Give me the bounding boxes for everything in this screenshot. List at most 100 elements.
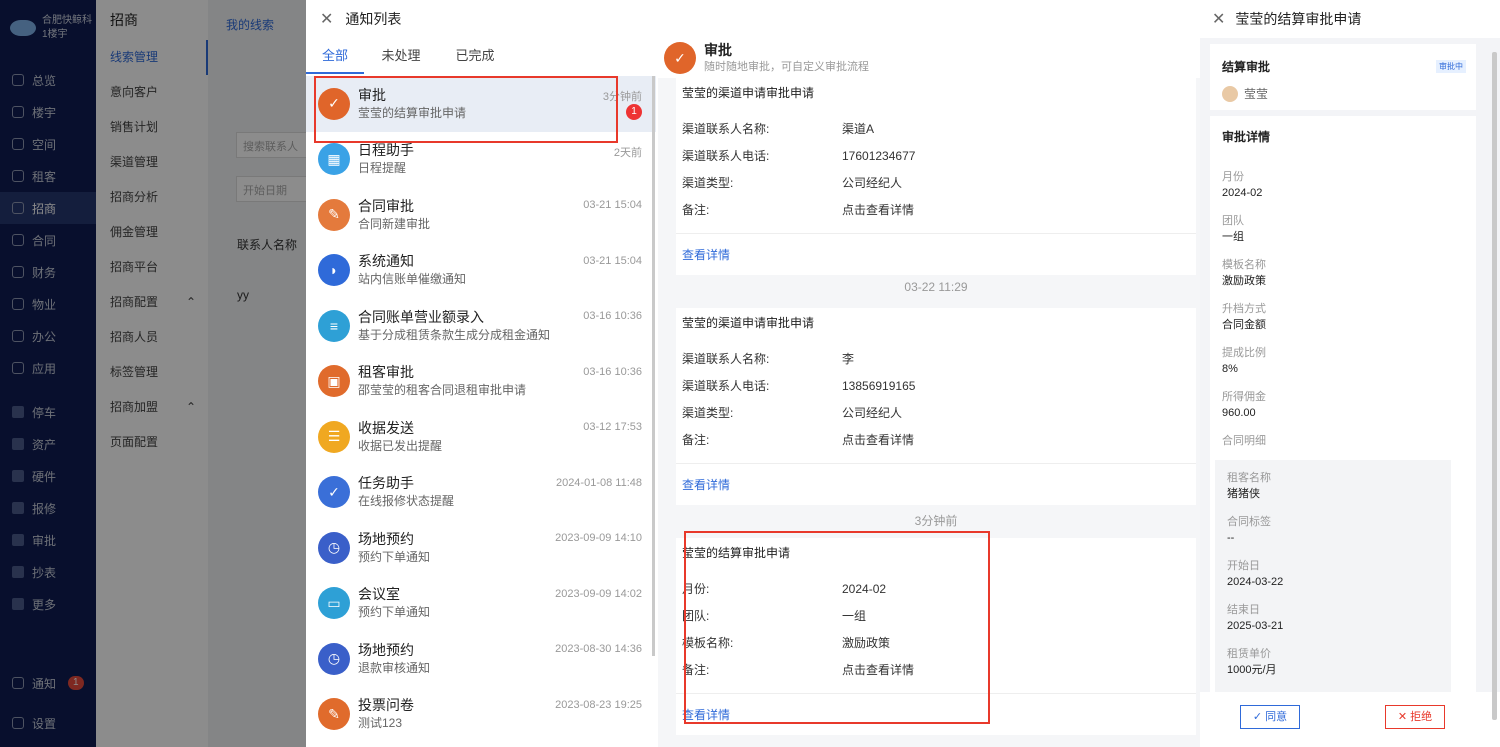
field-label: 团队: xyxy=(682,609,710,623)
close-icon[interactable]: ✕ xyxy=(320,9,333,29)
field-label: 所得佣金 xyxy=(1222,391,1266,403)
field-value: -- xyxy=(1227,532,1235,544)
notification-time: 2天前 xyxy=(613,146,642,159)
reject-button[interactable]: ✕ 拒绝 xyxy=(1385,705,1445,729)
field-label: 渠道类型: xyxy=(682,406,734,420)
notification-summary: 退款审核通知 xyxy=(358,660,431,675)
applicant-name: 莹莹 xyxy=(1244,87,1269,101)
notification-item[interactable]: ◷ 场地预约 退款审核通知 2023-08-30 14:36 xyxy=(306,631,656,687)
message-time: 3分钟前 xyxy=(914,514,958,528)
field-value: 17601234677 xyxy=(842,148,916,163)
field-value: 渠道A xyxy=(842,122,875,136)
scrollbar[interactable] xyxy=(1492,52,1497,720)
field-label: 提成比例 xyxy=(1222,347,1266,359)
tenant-icon: ▣ xyxy=(318,365,350,398)
notification-summary: 测试123 xyxy=(358,716,403,731)
notification-time: 2023-08-30 14:36 xyxy=(555,643,642,655)
field-label: 备注: xyxy=(682,433,710,447)
notification-item[interactable]: ▭ 会议室 预约下单通知 2023-09-09 14:02 xyxy=(306,576,656,632)
notification-item[interactable]: ☰ 收据发送 收据已发出提醒 03-12 17:53 xyxy=(306,409,656,465)
field-value: 公司经纪人 xyxy=(842,176,903,190)
notification-summary: 站内信账单催缴通知 xyxy=(358,272,467,287)
approval-icon: ✓ xyxy=(318,87,350,120)
view-details-link[interactable]: 查看详情 xyxy=(676,463,1196,505)
notification-time: 03-12 17:53 xyxy=(583,421,642,433)
view-details-link[interactable]: 查看详情 xyxy=(676,233,1196,275)
field-label: 合同标签 xyxy=(1227,516,1271,528)
tab-0[interactable]: 全部 xyxy=(306,38,364,74)
notification-item[interactable]: ▦ 日程助手 日程提醒 2天前 xyxy=(306,132,656,188)
unread-badge: 1 xyxy=(626,104,642,120)
notification-item[interactable]: ✎ 合同审批 合同新建审批 03-21 15:04 xyxy=(306,187,656,243)
field-value: 2025-03-21 xyxy=(1227,620,1284,632)
notification-time: 2023-08-23 19:25 xyxy=(555,698,642,711)
notification-item[interactable]: ◗ 系统通知 站内信账单催缴通知 03-21 15:04 xyxy=(306,243,656,299)
detail-title: 审批 xyxy=(704,42,732,58)
view-details-link[interactable]: 查看详情 xyxy=(676,693,1196,735)
panel-title: 通知列表 xyxy=(345,11,402,27)
tab-1[interactable]: 未处理 xyxy=(364,38,438,74)
notification-text: 日程助手 日程提醒 xyxy=(358,141,656,177)
field-value: 公司经纪人 xyxy=(842,406,903,420)
field-label: 备注: xyxy=(682,663,710,677)
field-label: 渠道联系人名称: xyxy=(682,352,770,366)
field-value: 点击查看详情 xyxy=(842,433,915,447)
notification-item[interactable]: ▣ 租客审批 邵莹莹的租客合同退租审批申请 03-16 10:36 xyxy=(306,354,656,410)
approval-summary: 结算审批 审批中 莹莹 xyxy=(1210,44,1476,110)
check-icon: ✓ xyxy=(318,476,350,509)
approval-drawer: ✕ 莹莹的结算审批申请 结算审批 审批中 莹莹 审批详情 月份 2024-02 团队一… xyxy=(1200,0,1500,747)
field-label: 月份 xyxy=(1222,171,1244,183)
field-label: 渠道联系人电话: xyxy=(682,149,770,163)
field-row: 备注: 点击查看详情 xyxy=(676,656,1196,683)
notification-item[interactable]: ≡ 合同账单营业额录入 基于分成租赁条款生成分成租金通知 03-16 10:36 xyxy=(306,298,656,354)
notification-time: 2023-09-09 14:02 xyxy=(555,587,642,600)
reject-label: 拒绝 xyxy=(1410,711,1433,723)
field-value: 8% xyxy=(1222,363,1238,375)
agree-button[interactable]: ✓ 同意 xyxy=(1240,705,1300,729)
notification-summary: 基于分成租赁条款生成分成租金通知 xyxy=(358,327,551,342)
notification-list: ✓ 审批 莹莹的结算审批申请 3分钟前 1 ▦ 日程助手 日程提醒 2天前 ✎ 合同审批 合同新建审批… xyxy=(306,76,656,747)
field-row: 渠道类型: 公司经纪人 xyxy=(676,399,1196,426)
vote-icon: ✎ xyxy=(318,698,350,731)
detail-subtitle: 随时随地审批，可自定义审批流程 xyxy=(704,61,869,73)
field-row: 团队: 一组 xyxy=(676,602,1196,629)
notification-item[interactable]: ✓ 审批 莹莹的结算审批申请 3分钟前 1 xyxy=(306,76,656,132)
detail-pane: ✓ 审批 随时随地审批，可自定义审批流程 莹莹的渠道申请审批申请 渠道联系人名称: 渠… xyxy=(658,38,1200,747)
field-value: 合同金额 xyxy=(1222,319,1266,331)
field-label: 备注: xyxy=(682,203,710,217)
notification-time: 03-21 15:04 xyxy=(583,199,642,211)
field-label: 升档方式 xyxy=(1222,303,1266,315)
notification-summary: 莹莹的结算审批申请 xyxy=(358,105,467,120)
field-row: 渠道联系人名称: 李 xyxy=(676,345,1196,372)
avatar xyxy=(1222,85,1238,102)
receipt-icon: ☰ xyxy=(318,420,350,453)
field-value: 激励政策 xyxy=(842,636,891,650)
field-value: 李 xyxy=(842,352,855,366)
field-label: 开始日 xyxy=(1227,560,1260,572)
notification-summary: 在线报修状态提醒 xyxy=(358,494,455,509)
notification-summary: 预约下单通知 xyxy=(358,605,431,620)
notification-item[interactable]: ◷ 场地预约 预约下单通知 2023-09-09 14:10 xyxy=(306,520,656,576)
field-row: 模板名称: 激励政策 xyxy=(676,629,1196,656)
notification-time: 03-16 10:36 xyxy=(583,365,642,378)
message-card: 莹莹的渠道申请审批申请 渠道联系人名称: 渠道A 渠道联系人电话: 1760123467… xyxy=(676,78,1196,275)
message-card: 莹莹的结算审批申请月份: 2024-02 团队: 一组 模板名称: 激励政策备注: 点击查看… xyxy=(676,538,1196,735)
notification-time: 03-21 15:04 xyxy=(583,254,642,267)
notification-summary: 合同新建审批 xyxy=(358,216,431,231)
field-row: 月份: 2024-02 xyxy=(676,575,1196,602)
notification-item[interactable]: ✓ 任务助手 在线报修状态提醒 2024-01-08 11:48 xyxy=(306,465,656,521)
calendar-icon: ▦ xyxy=(318,143,350,176)
close-icon[interactable]: ✕ xyxy=(1212,9,1225,29)
scrollbar[interactable] xyxy=(652,76,655,656)
field-label: 渠道联系人电话: xyxy=(682,379,770,393)
field-value: 猪猪侠 xyxy=(1227,488,1260,500)
field-value: 13856919165 xyxy=(842,378,916,393)
approval-icon: ✓ xyxy=(664,42,696,74)
card-title: 莹莹的结算审批申请 xyxy=(682,546,791,560)
status-badge: 审批中 xyxy=(1436,60,1466,73)
tab-2[interactable]: 已完成 xyxy=(438,38,512,74)
field-value: 点击查看详情 xyxy=(842,663,915,677)
contract-icon: ✎ xyxy=(318,198,350,231)
notification-summary: 预约下单通知 xyxy=(358,549,431,564)
notification-item[interactable]: ✎ 投票问卷 测试123 2023-08-23 19:25 xyxy=(306,687,656,743)
